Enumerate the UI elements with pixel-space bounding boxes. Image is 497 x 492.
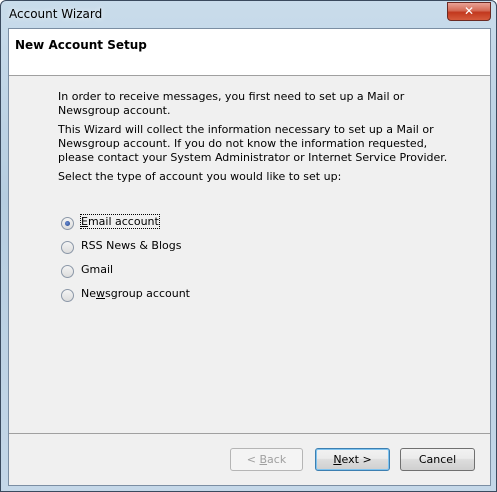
intro-paragraph-2: This Wizard will collect the information… — [58, 123, 448, 164]
newsgroup-account-radio[interactable] — [61, 289, 74, 302]
next-button[interactable]: Next > — [315, 448, 390, 471]
wizard-body: New Account Setup In order to receive me… — [8, 28, 491, 486]
page-title: New Account Setup — [15, 38, 147, 52]
rss-news-blogs-label[interactable]: RSS News & Blogs — [81, 239, 181, 252]
title-bar[interactable]: Account Wizard ✕ — [1, 1, 496, 28]
close-icon: ✕ — [463, 4, 475, 18]
window-title: Account Wizard — [9, 7, 103, 21]
email-account-label[interactable]: Email account — [80, 214, 160, 229]
email-account-radio[interactable] — [61, 217, 74, 230]
account-type-prompt: Select the type of account you would lik… — [58, 170, 342, 183]
back-button[interactable]: < Back — [230, 448, 303, 471]
newsgroup-account-label[interactable]: Newsgroup account — [81, 287, 190, 300]
account-wizard-window: Account Wizard ✕ New Account Setup In or… — [0, 0, 497, 492]
intro-paragraph-1: In order to receive messages, you first … — [58, 90, 405, 117]
intro-text: In order to receive messages, you first … — [58, 90, 458, 189]
close-button[interactable]: ✕ — [447, 2, 491, 21]
gmail-label[interactable]: Gmail — [81, 263, 113, 276]
gmail-radio[interactable] — [61, 265, 74, 278]
footer-divider — [9, 433, 490, 434]
cancel-button[interactable]: Cancel — [400, 448, 475, 471]
wizard-header: New Account Setup — [9, 29, 490, 76]
rss-news-blogs-radio[interactable] — [61, 241, 74, 254]
